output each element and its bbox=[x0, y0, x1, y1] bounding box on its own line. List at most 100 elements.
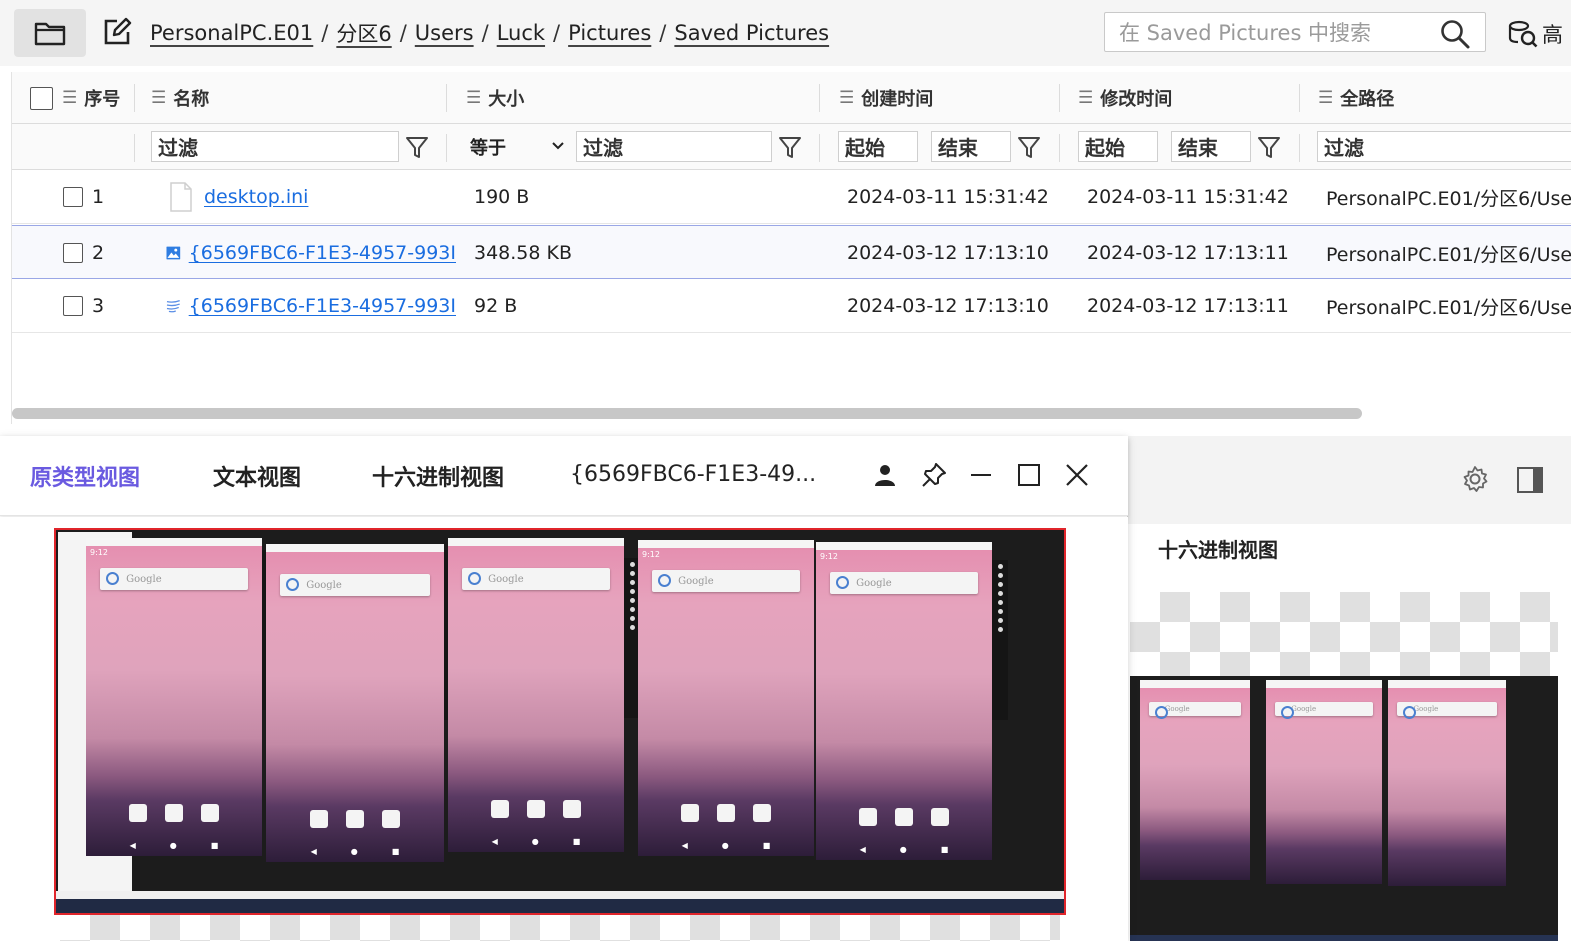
search-input[interactable] bbox=[1119, 19, 1419, 47]
phone-emulator: Google bbox=[1140, 680, 1250, 880]
column-menu-icon[interactable]: ☰ bbox=[1078, 88, 1093, 108]
tab-hex-view[interactable]: 十六进制视图 bbox=[372, 460, 504, 492]
pin-button[interactable] bbox=[917, 458, 951, 492]
pin-icon bbox=[922, 463, 946, 487]
chevron-down-icon bbox=[552, 142, 564, 150]
phone-emulator: Google ◀ ● ■ bbox=[448, 538, 624, 852]
column-menu-icon[interactable]: ☰ bbox=[62, 88, 77, 108]
tab-original-view[interactable]: 原类型视图 bbox=[30, 460, 140, 492]
created-time: 2024-03-12 17:13:10 bbox=[847, 242, 1049, 264]
table-row[interactable]: 2 {6569FBC6-F1E3-4957-993I 348.58 KB 202… bbox=[12, 225, 1571, 279]
column-divider[interactable] bbox=[134, 84, 135, 112]
advanced-search-label: 高 bbox=[1542, 23, 1563, 47]
panel-toggle-icon[interactable] bbox=[1516, 466, 1544, 494]
filter-icon[interactable] bbox=[777, 133, 803, 161]
table-row[interactable]: 1 desktop.ini 190 B 2024-03-11 15:31:42 … bbox=[12, 170, 1571, 224]
column-divider bbox=[134, 134, 135, 162]
maximize-button[interactable] bbox=[1012, 458, 1046, 492]
edit-icon bbox=[104, 17, 132, 45]
column-menu-icon[interactable]: ☰ bbox=[151, 88, 166, 108]
gear-icon[interactable] bbox=[1460, 464, 1490, 494]
tab-text-view[interactable]: 文本视图 bbox=[213, 460, 301, 492]
modified-time: 2024-03-12 17:13:11 bbox=[1087, 295, 1289, 317]
column-menu-icon[interactable]: ☰ bbox=[839, 88, 854, 108]
file-name-link[interactable]: {6569FBC6-F1E3-4957-993I bbox=[189, 242, 456, 264]
column-header-size[interactable]: ☰ 大小 bbox=[466, 72, 524, 124]
close-button[interactable] bbox=[1060, 458, 1094, 492]
breadcrumb-item-root[interactable]: PersonalPC.E01 bbox=[150, 21, 313, 45]
right-panel: 十六进制视图 Google Google Google bbox=[1128, 436, 1571, 941]
row-index: 3 bbox=[92, 295, 105, 317]
column-divider[interactable] bbox=[1299, 84, 1300, 112]
phone-emulator: 9:12 Google ◀ ● ■ bbox=[638, 540, 814, 856]
minimize-button[interactable] bbox=[964, 458, 998, 492]
text-lines-icon bbox=[166, 300, 180, 313]
column-divider[interactable] bbox=[1059, 84, 1060, 112]
modified-start-input[interactable]: 起始 bbox=[1078, 131, 1158, 162]
viewer-window: 原类型视图 文本视图 十六进制视图 {6569FBC6-F1E3-49... 9… bbox=[0, 436, 1128, 941]
preview-taskbar bbox=[56, 899, 1064, 913]
column-header-index[interactable]: ☰ 序号 bbox=[62, 72, 120, 124]
path-filter-input[interactable]: 过滤 bbox=[1317, 131, 1571, 162]
emulator-toolbar bbox=[992, 560, 1008, 720]
breadcrumb-item-partition[interactable]: 分区6 bbox=[336, 18, 391, 48]
column-divider bbox=[1059, 134, 1060, 162]
created-start-input[interactable]: 起始 bbox=[838, 131, 918, 162]
row-checkbox[interactable] bbox=[63, 243, 83, 263]
right-image-preview: Google Google Google bbox=[1130, 592, 1558, 941]
column-menu-icon[interactable]: ☰ bbox=[466, 88, 481, 108]
column-divider[interactable] bbox=[819, 84, 820, 112]
filter-icon[interactable] bbox=[1256, 133, 1282, 161]
edit-path-button[interactable] bbox=[100, 14, 134, 50]
horizontal-scrollbar[interactable] bbox=[12, 408, 1362, 419]
row-checkbox[interactable] bbox=[63, 187, 83, 207]
advanced-search-button[interactable]: 高 bbox=[1508, 18, 1563, 50]
full-path: PersonalPC.E01/分区6/Use bbox=[1326, 187, 1571, 210]
search-box bbox=[1104, 12, 1486, 52]
file-name-link[interactable]: {6569FBC6-F1E3-4957-993I bbox=[189, 295, 456, 317]
breadcrumb-item-pictures[interactable]: Pictures bbox=[568, 21, 651, 45]
name-filter-input[interactable]: 过滤 bbox=[151, 131, 399, 162]
filter-icon[interactable] bbox=[404, 133, 430, 161]
modified-time: 2024-03-12 17:13:11 bbox=[1087, 242, 1289, 264]
size-filter-input[interactable]: 过滤 bbox=[576, 131, 772, 162]
breadcrumb-item-saved-pictures[interactable]: Saved Pictures bbox=[674, 21, 829, 45]
phone-emulator: Google bbox=[1266, 680, 1382, 884]
column-header-created[interactable]: ☰ 创建时间 bbox=[839, 72, 933, 124]
breadcrumb: PersonalPC.E01 / 分区6 / Users / Luck / Pi… bbox=[150, 18, 829, 48]
viewer-header: 原类型视图 文本视图 十六进制视图 {6569FBC6-F1E3-49... bbox=[0, 436, 1128, 516]
column-header-fullpath[interactable]: ☰ 全路径 bbox=[1318, 72, 1394, 124]
user-button[interactable] bbox=[868, 458, 902, 492]
table-row[interactable]: 3 {6569FBC6-F1E3-4957-993I 92 B 2024-03-… bbox=[12, 279, 1571, 333]
created-end-input[interactable]: 结束 bbox=[931, 131, 1011, 162]
search-icon[interactable] bbox=[1439, 18, 1471, 50]
select-all-checkbox[interactable] bbox=[30, 86, 53, 110]
phone-emulator: 9:12 Google ◀ ● ■ bbox=[86, 538, 262, 856]
column-menu-icon[interactable]: ☰ bbox=[1318, 88, 1333, 108]
column-header-modified[interactable]: ☰ 修改时间 bbox=[1078, 72, 1172, 124]
file-name-link[interactable]: desktop.ini bbox=[204, 186, 308, 208]
image-preview[interactable]: 9:12 Google ◀ ● ■ Google ◀ ● ■ Google ◀ ● ■ 9:… bbox=[54, 528, 1066, 915]
filter-icon[interactable] bbox=[1016, 133, 1042, 161]
row-index: 1 bbox=[92, 186, 105, 208]
breadcrumb-item-luck[interactable]: Luck bbox=[497, 21, 545, 45]
toolbar: PersonalPC.E01 / 分区6 / Users / Luck / Pi… bbox=[0, 0, 1571, 66]
full-path: PersonalPC.E01/分区6/Use bbox=[1326, 296, 1571, 319]
close-icon bbox=[1066, 464, 1088, 486]
image-icon bbox=[166, 246, 181, 260]
full-path: PersonalPC.E01/分区6/Use bbox=[1326, 243, 1571, 266]
folder-button[interactable] bbox=[14, 9, 86, 57]
table-header: ☰ 序号 ☰ 名称 ☰ 大小 ☰ 创建时间 ☰ 修改时间 ☰ 全路径 bbox=[12, 72, 1571, 124]
size-operator-select[interactable]: 等于 bbox=[470, 131, 572, 162]
created-time: 2024-03-11 15:31:42 bbox=[847, 186, 1049, 208]
minimize-icon bbox=[971, 474, 991, 476]
created-time: 2024-03-12 17:13:10 bbox=[847, 295, 1049, 317]
file-size: 190 B bbox=[474, 186, 530, 208]
phone-emulator: 9:12 Google ◀ ● ■ bbox=[816, 542, 992, 860]
row-checkbox[interactable] bbox=[63, 296, 83, 316]
file-table: ☰ 序号 ☰ 名称 ☰ 大小 ☰ 创建时间 ☰ 修改时间 ☰ 全路径 过滤 等于… bbox=[11, 72, 1571, 424]
column-header-name[interactable]: ☰ 名称 bbox=[151, 72, 209, 124]
breadcrumb-item-users[interactable]: Users bbox=[415, 21, 474, 45]
modified-end-input[interactable]: 结束 bbox=[1171, 131, 1251, 162]
column-divider[interactable] bbox=[446, 84, 447, 112]
